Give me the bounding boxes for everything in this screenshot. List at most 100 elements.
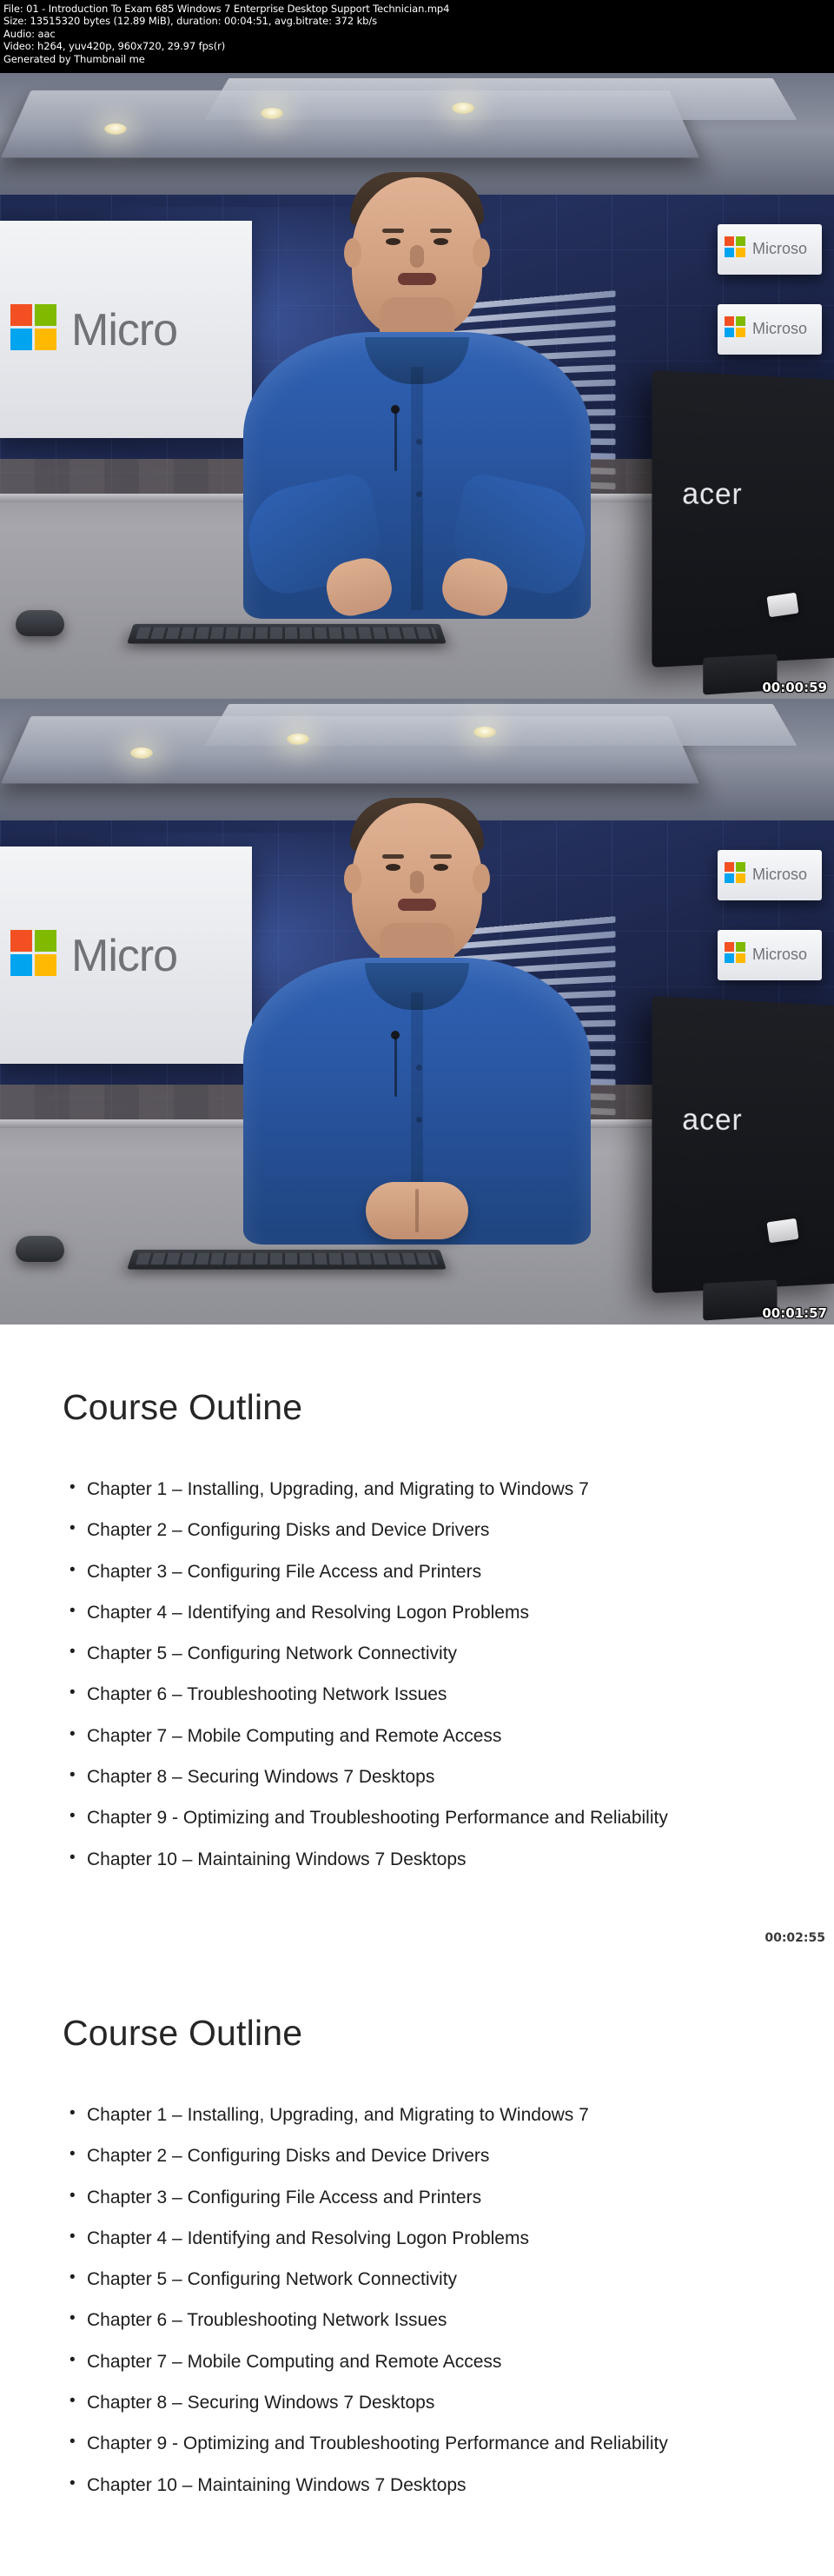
thumbnail-sheet: File: 01 - Introduction To Exam 685 Wind…	[0, 0, 834, 2576]
list-item: Chapter 9 - Optimizing and Troubleshooti…	[68, 2432, 773, 2455]
microphone-cord	[394, 412, 397, 471]
presenter-ear	[473, 238, 490, 268]
info-video-line: Video: h264, yuv420p, 960x720, 29.97 fps…	[3, 40, 226, 53]
presenter-ear	[344, 864, 361, 893]
frame-timestamp: 00:00:59	[762, 680, 827, 695]
hanging-screen-label: Microso	[752, 320, 808, 337]
course-outline-list: Chapter 1 – Installing, Upgrading, and M…	[68, 2103, 773, 2514]
presenter-shirt	[243, 958, 591, 1245]
presenter-2	[230, 784, 604, 1245]
video-frame-1[interactable]: Micro Microso Microso acer 00:00:59	[0, 73, 834, 699]
frame-timestamp: 00:02:55	[764, 1931, 825, 1945]
presenter-mouth	[398, 273, 436, 285]
desk-clip	[766, 592, 799, 618]
list-item: Chapter 2 – Configuring Disks and Device…	[68, 2144, 773, 2168]
presenter-eyebrow	[430, 854, 452, 859]
slide-title: Course Outline	[63, 1387, 303, 1427]
hanging-screen-label: Microso	[752, 240, 808, 257]
monitor-brand-label: acer	[682, 1102, 743, 1137]
presenter-shirt	[239, 332, 595, 621]
wall-logo-text: Micro	[71, 305, 178, 355]
presenter-eyebrow	[382, 229, 404, 233]
hanging-screen: Microso	[718, 304, 822, 355]
hanging-screen: Microso	[718, 930, 822, 980]
monitor-brand-label: acer	[682, 476, 743, 511]
video-frame-2[interactable]: Micro Microso Microso acer 00:01:57	[0, 699, 834, 1325]
slide-frame-4[interactable]: Course Outline Chapter 1 – Installing, U…	[0, 1950, 834, 2576]
info-file-line: File: 01 - Introduction To Exam 685 Wind…	[3, 3, 450, 15]
ceiling-spotlight	[261, 108, 283, 119]
presenter-1	[230, 158, 604, 621]
presenter-nose	[410, 245, 424, 268]
shirt-button	[416, 439, 422, 445]
studio-scene-2: Micro Microso Microso acer	[0, 699, 834, 1325]
shirt-placket	[411, 367, 423, 610]
ceiling-spotlight	[104, 123, 127, 135]
presenter-eye	[386, 238, 400, 245]
desk-clip	[766, 1218, 799, 1244]
shirt-button	[416, 491, 422, 497]
slide-title: Course Outline	[63, 2013, 303, 2053]
frame-timestamp: 00:01:57	[762, 1305, 827, 1321]
list-item: Chapter 3 – Configuring File Access and …	[68, 1560, 773, 1583]
ceiling-slab-secondary	[204, 77, 797, 121]
list-item: Chapter 3 – Configuring File Access and …	[68, 2186, 773, 2209]
presenter-mouth	[398, 899, 436, 911]
list-item: Chapter 1 – Installing, Upgrading, and M…	[68, 1477, 773, 1501]
presenter-eye	[434, 864, 448, 871]
shirt-button	[416, 1117, 422, 1123]
keyboard	[127, 623, 447, 644]
list-item: Chapter 2 – Configuring Disks and Device…	[68, 1518, 773, 1542]
presenter-eye	[434, 238, 448, 245]
presenter-ear	[473, 864, 490, 893]
microsoft-logo-icon	[10, 304, 59, 353]
list-item: Chapter 1 – Installing, Upgrading, and M…	[68, 2103, 773, 2127]
wall-branding-panel: Micro	[0, 846, 252, 1064]
mouse	[16, 1236, 64, 1262]
mouse	[16, 610, 64, 636]
presenter-eye	[386, 864, 400, 871]
keyboard	[127, 1249, 447, 1270]
monitor: acer	[652, 369, 834, 695]
info-generated-line: Generated by Thumbnail me	[3, 52, 145, 65]
list-item: Chapter 7 – Mobile Computing and Remote …	[68, 2350, 773, 2374]
presenter-clasped-hands	[366, 1182, 468, 1239]
hanging-screen-label: Microso	[752, 946, 808, 963]
presenter-ear	[344, 238, 361, 268]
presenter-eyebrow	[430, 229, 452, 233]
list-item: Chapter 9 - Optimizing and Troubleshooti…	[68, 1806, 773, 1829]
hanging-screen: Microso	[718, 224, 822, 275]
presenter-nose	[410, 871, 424, 893]
ceiling-spotlight	[452, 103, 474, 114]
list-item: Chapter 8 – Securing Windows 7 Desktops	[68, 2391, 773, 2414]
ceiling-spotlight	[287, 734, 309, 745]
list-item: Chapter 6 – Troubleshooting Network Issu…	[68, 2308, 773, 2332]
monitor: acer	[652, 995, 834, 1321]
hanging-screen-label: Microso	[752, 866, 808, 883]
list-item: Chapter 10 – Maintaining Windows 7 Deskt…	[68, 2473, 773, 2497]
list-item: Chapter 4 – Identifying and Resolving Lo…	[68, 2227, 773, 2250]
presenter-eyebrow	[382, 854, 404, 859]
list-item: Chapter 7 – Mobile Computing and Remote …	[68, 1724, 773, 1748]
frame-grid: Micro Microso Microso acer 00:00:59 Micr…	[0, 73, 834, 2576]
wall-branding-panel: Micro	[0, 221, 252, 438]
media-info-header: File: 01 - Introduction To Exam 685 Wind…	[0, 0, 834, 73]
list-item: Chapter 8 – Securing Windows 7 Desktops	[68, 1765, 773, 1789]
slide-frame-3[interactable]: Course Outline Chapter 1 – Installing, U…	[0, 1325, 834, 1950]
info-size-line: Size: 13515320 bytes (12.89 MiB), durati…	[3, 15, 378, 28]
microsoft-logo-icon	[725, 316, 747, 339]
course-outline-list: Chapter 1 – Installing, Upgrading, and M…	[68, 1477, 773, 1889]
wall-logo-text: Micro	[71, 931, 178, 981]
list-item: Chapter 4 – Identifying and Resolving Lo…	[68, 1601, 773, 1624]
microsoft-logo-icon	[10, 930, 59, 979]
info-audio-line: Audio: aac	[3, 27, 56, 40]
ceiling-spotlight	[473, 727, 496, 738]
hanging-screen: Microso	[718, 850, 822, 900]
shirt-button	[416, 1065, 422, 1071]
microsoft-logo-icon	[725, 236, 747, 259]
microsoft-logo-icon	[725, 862, 747, 885]
microphone-cord	[394, 1038, 397, 1097]
ceiling-spotlight	[130, 747, 153, 759]
list-item: Chapter 5 – Configuring Network Connecti…	[68, 1642, 773, 1665]
list-item: Chapter 5 – Configuring Network Connecti…	[68, 2267, 773, 2291]
